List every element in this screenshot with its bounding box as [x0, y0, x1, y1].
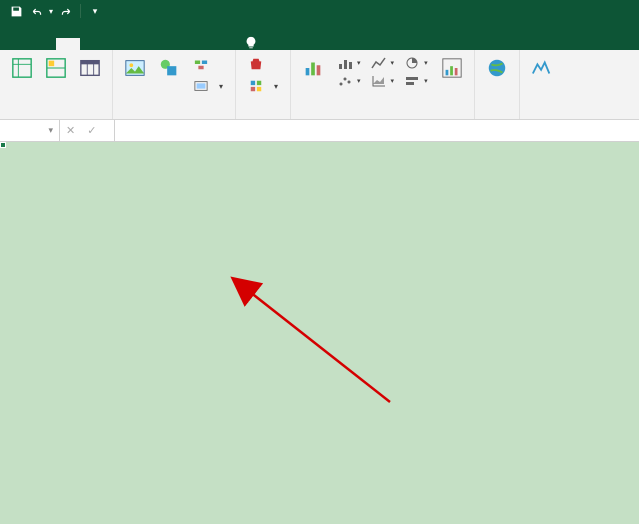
pivot-chart-button[interactable] — [438, 54, 466, 90]
tell-me[interactable] — [244, 36, 262, 50]
tab-file[interactable] — [8, 38, 32, 50]
ribbon-group-charts: ▾ ▾ ▾ ▾ ▾ ▾ — [291, 50, 475, 119]
addins-icon — [248, 78, 264, 94]
pictures-button[interactable] — [121, 54, 149, 96]
customize-qat-icon[interactable]: ▾ — [85, 1, 105, 21]
get-addins-button[interactable] — [244, 54, 282, 74]
shapes-icon — [157, 56, 181, 80]
annotation-arrow — [180, 172, 580, 472]
tab-view[interactable] — [176, 38, 200, 50]
ribbon-group-tables — [0, 50, 113, 119]
undo-icon[interactable] — [26, 1, 46, 21]
pivot-chart-icon — [440, 56, 464, 80]
pivot-table-icon — [10, 56, 34, 80]
ribbon-group-tours — [475, 50, 520, 119]
screenshot-button[interactable]: ▾ — [189, 76, 227, 96]
fill-handle[interactable] — [0, 142, 6, 148]
tab-insert[interactable] — [56, 38, 80, 50]
tab-help[interactable] — [200, 38, 224, 50]
sparkline-icon — [530, 56, 554, 80]
chart-type-4[interactable]: ▾ — [333, 72, 365, 90]
shapes-button[interactable] — [155, 54, 183, 96]
screenshot-icon — [193, 78, 209, 94]
sparkline-button[interactable] — [528, 54, 556, 84]
formula-input[interactable] — [115, 120, 639, 141]
chart-icon — [301, 56, 325, 80]
cancel-icon[interactable]: ✕ — [60, 124, 81, 137]
chevron-down-icon: ▾ — [219, 82, 223, 91]
pivot-table-button[interactable] — [8, 54, 36, 84]
ribbon: ▾ ▾ — [0, 50, 639, 120]
enter-icon[interactable]: ✓ — [81, 124, 102, 137]
globe-icon — [485, 56, 509, 80]
formula-bar: ▾ ✕ ✓ — [0, 120, 639, 142]
store-icon — [248, 56, 264, 72]
bulb-icon — [244, 36, 258, 50]
smartart-button[interactable] — [189, 54, 227, 74]
ribbon-group-addins: ▾ — [236, 50, 291, 119]
tab-layout[interactable] — [80, 38, 104, 50]
chart-type-3[interactable]: ▾ — [400, 54, 432, 72]
tab-data[interactable] — [128, 38, 152, 50]
pictures-icon — [123, 56, 147, 80]
tab-home[interactable] — [32, 38, 56, 50]
chart-type-2[interactable]: ▾ — [367, 54, 399, 72]
dropdown-icon[interactable]: ▾ — [46, 1, 56, 21]
chevron-down-icon: ▾ — [274, 82, 278, 91]
recommended-pivot-button[interactable] — [42, 54, 70, 84]
ribbon-group-sparklines — [520, 50, 564, 119]
table-icon — [78, 56, 102, 80]
save-icon[interactable] — [6, 1, 26, 21]
redo-icon[interactable] — [56, 1, 76, 21]
tab-formulas[interactable] — [104, 38, 128, 50]
table-button[interactable] — [76, 54, 104, 84]
name-box[interactable]: ▾ — [0, 120, 60, 141]
quick-access-toolbar: ▾ ▾ — [0, 0, 639, 22]
chart-type-6[interactable]: ▾ — [400, 72, 432, 90]
tab-review[interactable] — [152, 38, 176, 50]
chevron-down-icon: ▾ — [48, 125, 53, 136]
chart-type-5[interactable]: ▾ — [367, 72, 399, 90]
smartart-icon — [193, 56, 209, 72]
recommended-pivot-icon — [44, 56, 68, 80]
3d-map-button[interactable] — [483, 54, 511, 84]
ribbon-tabs — [0, 22, 639, 50]
my-addins-button[interactable]: ▾ — [244, 76, 282, 96]
recommended-charts-button[interactable] — [299, 54, 327, 90]
chart-type-1[interactable]: ▾ — [333, 54, 365, 72]
ribbon-group-illustrations: ▾ — [113, 50, 236, 119]
